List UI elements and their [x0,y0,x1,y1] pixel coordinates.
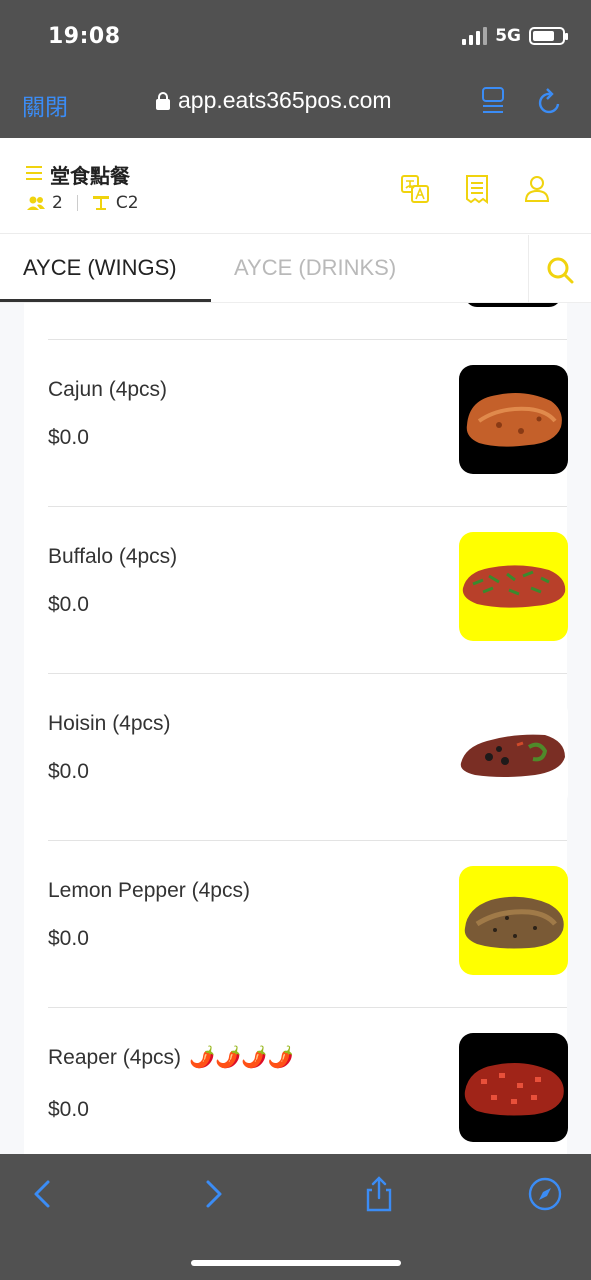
item-price: $0.0 [48,760,89,783]
browser-address-bar: 關閉 app.eats365pos.com [0,70,591,138]
home-indicator [191,1260,401,1266]
menu-item[interactable]: Lemon Pepper (4pcs) $0.0 [48,840,568,1007]
item-name: Hoisin (4pcs) [48,712,171,735]
spice-level-icons: 🌶️🌶️🌶️🌶️ [189,1046,294,1070]
signal-icon [462,27,488,45]
active-tab-indicator [0,299,211,302]
tab-ayce-wings[interactable]: AYCE (WINGS) [23,255,177,281]
reaper-wing-image [459,1033,568,1142]
app-header: 堂食點餐 2 C2 [0,138,591,234]
guest-count: 2 [52,193,63,213]
item-price: $0.0 [48,1098,89,1121]
menu-item[interactable]: Cajun (4pcs) $0.0 [48,339,568,506]
search-icon[interactable] [545,255,575,285]
item-price: $0.0 [48,593,89,616]
close-button[interactable]: 關閉 [22,88,68,122]
status-bar: 19:08 5G [0,0,591,70]
browser-toolbar [0,1154,591,1280]
item-name-row: Reaper (4pcs) 🌶️🌶️🌶️🌶️ [48,1046,294,1070]
url-field[interactable]: app.eats365pos.com [156,87,392,114]
compass-icon[interactable] [528,1176,562,1212]
item-price: $0.0 [48,927,89,950]
item-name: Reaper (4pcs) [48,1046,182,1069]
reload-icon[interactable] [536,86,564,116]
menu-icon[interactable] [26,166,42,180]
previous-item-image [465,303,561,307]
buffalo-wing-image [459,532,568,641]
status-time: 19:08 [48,24,121,49]
user-icon[interactable] [522,174,552,204]
hoisin-wing-image [459,699,568,808]
url-text: app.eats365pos.com [178,87,392,113]
status-indicators: 5G [462,26,568,46]
menu-list[interactable]: Cajun (4pcs) $0.0 Buffalo (4pcs) $0.0 Ho… [0,303,591,1154]
share-icon[interactable] [362,1176,396,1212]
network-type: 5G [495,26,521,46]
receipt-icon[interactable] [462,174,492,204]
table-number: C2 [115,193,139,213]
menu-card: Cajun (4pcs) $0.0 Buffalo (4pcs) $0.0 Ho… [24,303,568,1154]
category-tabs: AYCE (WINGS) AYCE (DRINKS) [0,235,591,303]
item-name: Buffalo (4pcs) [48,545,178,568]
cajun-wing-image [459,365,568,474]
menu-item[interactable]: Hoisin (4pcs) $0.0 [48,673,568,840]
battery-icon [529,27,568,45]
menu-item[interactable]: Reaper (4pcs) 🌶️🌶️🌶️🌶️ $0.0 [48,1007,568,1154]
menu-item[interactable]: Buffalo (4pcs) $0.0 [48,506,568,673]
item-name: Cajun (4pcs) [48,378,168,401]
order-meta: 2 C2 [26,193,139,213]
lemon-pepper-wing-image [459,866,568,975]
tabs-icon[interactable] [481,86,505,116]
item-price: $0.0 [48,426,89,449]
forward-icon[interactable] [196,1176,230,1212]
table-icon [92,196,109,210]
guests-icon [27,196,45,210]
tab-ayce-drinks[interactable]: AYCE (DRINKS) [234,255,396,281]
lock-icon [156,91,170,110]
item-name: Lemon Pepper (4pcs) [48,879,250,902]
divider [528,235,529,303]
page-title: 堂食點餐 [50,164,130,188]
translate-icon[interactable] [400,174,430,204]
back-icon[interactable] [26,1176,60,1212]
